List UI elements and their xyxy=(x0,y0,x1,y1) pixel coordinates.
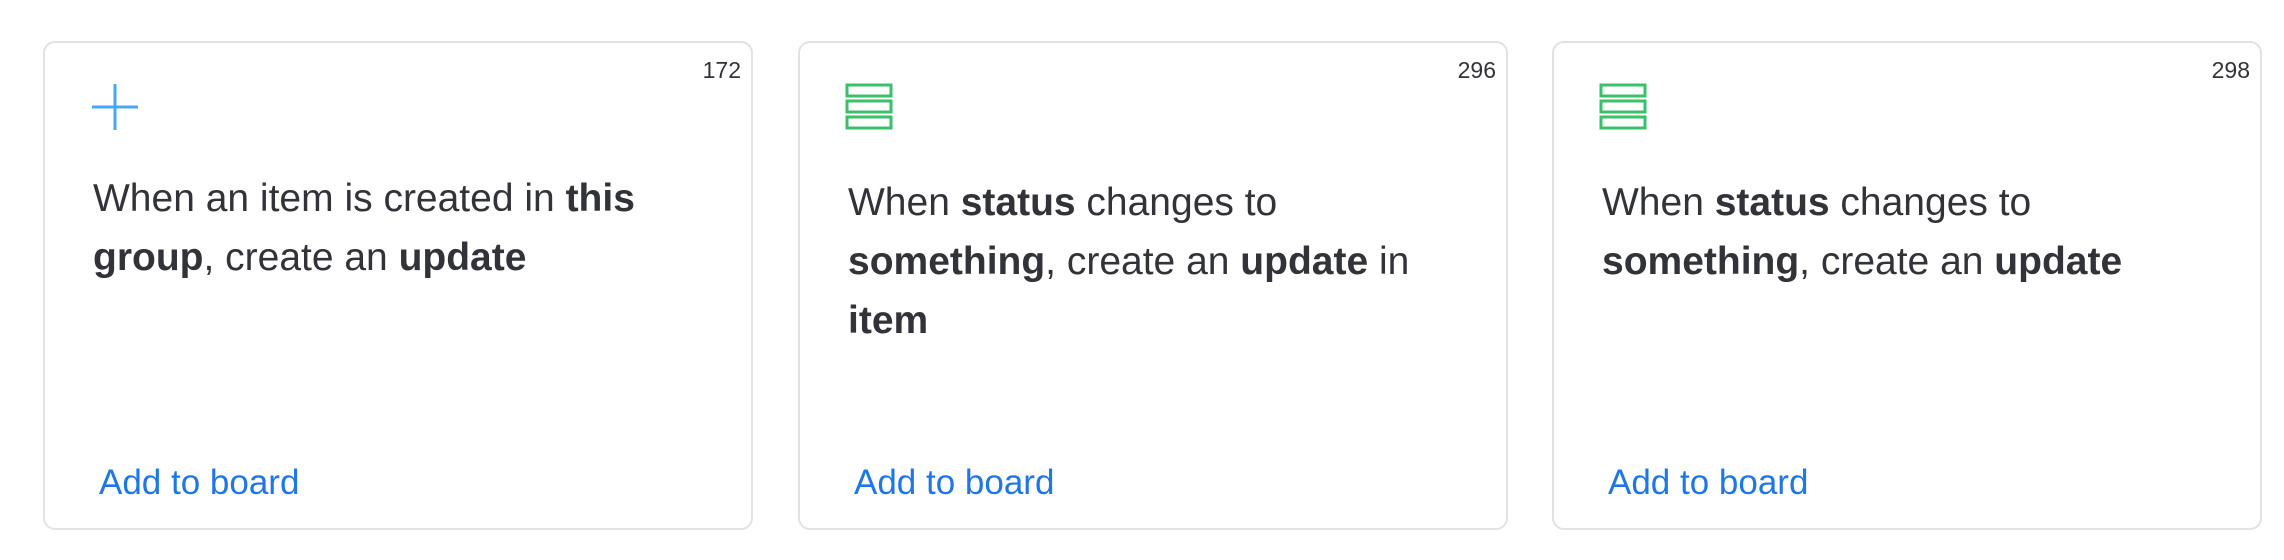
recipe-text: When xyxy=(1602,181,1715,224)
recipe-sentence: When an item is created in this group, c… xyxy=(93,169,733,287)
recipe-sentence: When status changes to something, create… xyxy=(848,173,1488,350)
recipe-text: changes to xyxy=(1829,181,2032,224)
recipe-text: , create an xyxy=(203,236,399,279)
add-to-board-link[interactable]: Add to board xyxy=(1608,463,1808,503)
recipe-text: , create an xyxy=(1045,240,1241,283)
recipe-card[interactable]: 172 When an item is created in this grou… xyxy=(43,41,753,530)
recipe-text: When xyxy=(848,181,961,224)
recipe-text: , create an xyxy=(1799,240,1995,283)
recipe-field-something[interactable]: something xyxy=(848,240,1045,283)
usage-count: 298 xyxy=(2211,57,2250,83)
recipe-card[interactable]: 298 When status changes to something, cr… xyxy=(1552,41,2262,530)
recipe-sentence: When status changes to something, create… xyxy=(1602,173,2242,291)
recipe-card[interactable]: 296 When status changes to something, cr… xyxy=(798,41,1508,530)
columns-icon xyxy=(845,82,895,132)
add-to-board-link[interactable]: Add to board xyxy=(854,463,1054,503)
recipe-field-status[interactable]: status xyxy=(1715,181,1830,224)
recipe-text: changes to xyxy=(1075,181,1278,224)
recipe-field-item[interactable]: item xyxy=(848,299,928,342)
recipe-field-update[interactable]: update xyxy=(1994,240,2122,283)
columns-icon xyxy=(1599,82,1649,132)
recipe-field-status[interactable]: status xyxy=(961,181,1076,224)
add-to-board-link[interactable]: Add to board xyxy=(99,463,299,503)
usage-count: 172 xyxy=(702,57,741,83)
recipe-field-something[interactable]: something xyxy=(1602,240,1799,283)
recipe-field-update[interactable]: update xyxy=(1240,240,1368,283)
plus-icon xyxy=(90,82,140,132)
recipe-text: in xyxy=(1368,240,1410,283)
usage-count: 296 xyxy=(1457,57,1496,83)
recipe-text: When an item is created in xyxy=(93,177,566,220)
recipe-card-list: 172 When an item is created in this grou… xyxy=(0,0,2284,560)
recipe-field-update[interactable]: update xyxy=(399,236,527,279)
